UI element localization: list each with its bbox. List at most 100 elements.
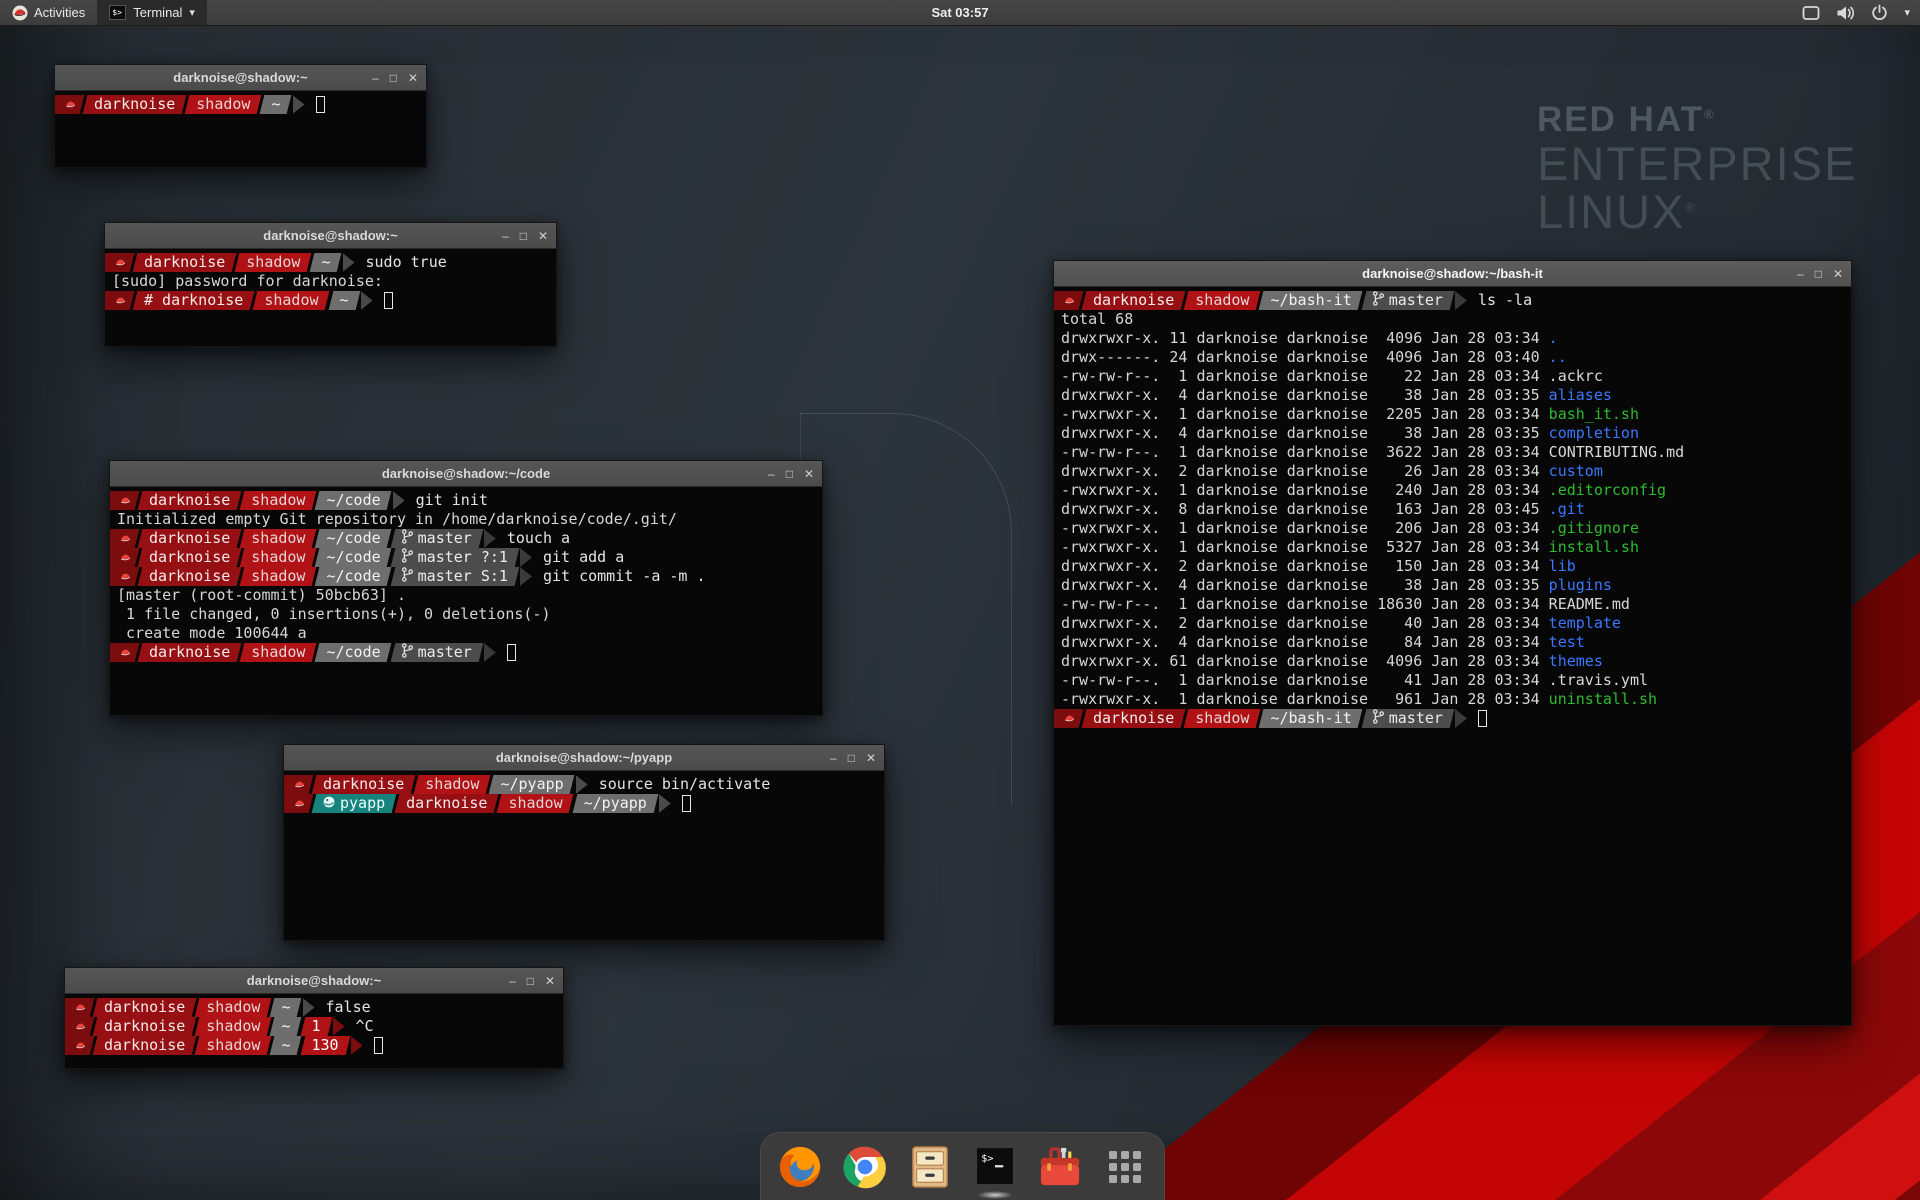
segment-label: shadow: [251, 529, 305, 548]
power-icon[interactable]: [1871, 4, 1888, 21]
chevron-down-icon[interactable]: ▾: [1904, 6, 1910, 19]
file-list-row: -rwxrwxr-x. 1 darknoise darknoise 961 Ja…: [1057, 690, 1851, 709]
segment-label: ~/pyapp: [500, 775, 563, 794]
terminal-body[interactable]: darknoiseshadow~/bash-itmasterls -latota…: [1054, 287, 1851, 1025]
prompt-segment-path: ~: [272, 998, 299, 1017]
minimize-button[interactable]: –: [1797, 268, 1804, 280]
window-titlebar[interactable]: darknoise@shadow:~–□✕: [105, 223, 556, 249]
dock-item-firefox[interactable]: [778, 1145, 822, 1189]
file-name: .editorconfig: [1549, 481, 1666, 499]
window-titlebar[interactable]: darknoise@shadow:~/pyapp–□✕: [284, 745, 884, 771]
dock-item-chrome[interactable]: [843, 1145, 887, 1189]
terminal-output-line: 1 file changed, 0 insertions(+), 0 delet…: [113, 605, 822, 624]
maximize-button[interactable]: □: [848, 752, 855, 764]
prompt-arrow: [520, 567, 532, 586]
terminal-body[interactable]: darknoiseshadow~/codegit initInitialized…: [110, 487, 822, 715]
clock[interactable]: Sat 03:57: [931, 5, 988, 20]
prompt-segment-user: darknoise: [85, 95, 184, 114]
brand-line-1: RED HAT®: [1537, 100, 1857, 140]
file-list-row: drwxrwxr-x. 8 darknoise darknoise 163 Ja…: [1057, 500, 1851, 519]
terminal-body[interactable]: darknoiseshadow~falsedarknoiseshadow~1^C…: [65, 994, 563, 1068]
prompt-segment-path: ~: [272, 1036, 299, 1055]
segment-label: ~: [281, 1036, 290, 1055]
file-meta: drwxrwxr-x. 61 darknoise darknoise 4096 …: [1061, 652, 1549, 670]
terminal-body[interactable]: darknoiseshadow~/pyappsource bin/activat…: [284, 771, 884, 940]
command-text: ^C: [356, 1017, 374, 1036]
volume-icon[interactable]: [1836, 5, 1855, 21]
file-name: aliases: [1549, 386, 1612, 404]
prompt-segment-host: shadow: [255, 291, 327, 310]
file-name: template: [1549, 614, 1621, 632]
app-menu-terminal[interactable]: $> Terminal ▾: [97, 0, 207, 25]
file-meta: -rw-rw-r--. 1 darknoise darknoise 3622 J…: [1061, 443, 1549, 461]
dock-item-terminal[interactable]: $>: [973, 1145, 1017, 1189]
maximize-button[interactable]: □: [520, 230, 527, 242]
segment-label: shadow: [206, 1017, 260, 1036]
prompt-line: darknoiseshadow~/bash-itmasterls -la: [1057, 291, 1851, 310]
segment-label: shadow: [206, 1036, 260, 1055]
redhat-icon: [294, 775, 306, 794]
maximize-button[interactable]: □: [390, 72, 397, 84]
terminal-cursor: [682, 795, 691, 812]
minimize-button[interactable]: –: [502, 230, 509, 242]
window-titlebar[interactable]: darknoise@shadow:~–□✕: [65, 968, 563, 994]
window-titlebar[interactable]: darknoise@shadow:~/bash-it–□✕: [1054, 261, 1851, 287]
activities-button[interactable]: Activities: [0, 0, 97, 25]
maximize-button[interactable]: □: [786, 468, 793, 480]
file-meta: -rwxrwxr-x. 1 darknoise darknoise 5327 J…: [1061, 538, 1549, 556]
minimize-button[interactable]: –: [509, 975, 516, 987]
dock-item-files[interactable]: [908, 1145, 952, 1189]
close-button[interactable]: ✕: [866, 752, 876, 764]
display-icon[interactable]: [1802, 5, 1820, 21]
prompt-line: darknoiseshadow~false: [68, 998, 563, 1017]
prompt-segment-user: darknoise: [140, 491, 239, 510]
window-titlebar[interactable]: darknoise@shadow:~/code–□✕: [110, 461, 822, 487]
dock-item-app-grid[interactable]: [1103, 1145, 1147, 1189]
file-meta: -rwxrwxr-x. 1 darknoise darknoise 2205 J…: [1061, 405, 1549, 423]
prompt-line: darknoiseshadow~/codemaster: [113, 643, 822, 662]
file-list-row: drwxrwxr-x. 11 darknoise darknoise 4096 …: [1057, 329, 1851, 348]
minimize-button[interactable]: –: [372, 72, 379, 84]
prompt-segment-host: shadow: [416, 775, 488, 794]
file-name: test: [1549, 633, 1585, 651]
redhat-icon: [65, 95, 77, 114]
terminal-body[interactable]: darknoiseshadow~: [55, 91, 426, 167]
terminal-cursor: [316, 96, 325, 113]
close-button[interactable]: ✕: [804, 468, 814, 480]
window-titlebar[interactable]: darknoise@shadow:~–□✕: [55, 65, 426, 91]
terminal-window: darknoise@shadow:~/bash-it–□✕darknoisesh…: [1053, 260, 1852, 1026]
prompt-segment-path: ~: [312, 253, 339, 272]
prompt-segment-path: ~/code: [317, 567, 389, 586]
prompt-badge-segment: [113, 529, 137, 548]
minimize-button[interactable]: –: [830, 752, 837, 764]
files-icon: [909, 1145, 951, 1189]
file-list-row: drwx------. 24 darknoise darknoise 4096 …: [1057, 348, 1851, 367]
prompt-segment-git: master: [393, 643, 481, 662]
file-meta: -rwxrwxr-x. 1 darknoise darknoise 240 Ja…: [1061, 481, 1549, 499]
file-name: ..: [1549, 348, 1567, 366]
prompt-segment-path: ~: [331, 291, 358, 310]
file-name: CONTRIBUTING.md: [1549, 443, 1684, 461]
file-list-row: -rwxrwxr-x. 1 darknoise darknoise 240 Ja…: [1057, 481, 1851, 500]
prompt-badge-segment: [68, 1017, 92, 1036]
dock-item-toolbox[interactable]: [1038, 1145, 1082, 1189]
close-button[interactable]: ✕: [538, 230, 548, 242]
close-button[interactable]: ✕: [1833, 268, 1843, 280]
command-text: touch a: [507, 529, 570, 548]
prompt-segment-git: master S:1: [393, 567, 517, 586]
terminal-output-line: Initialized empty Git repository in /hom…: [113, 510, 822, 529]
minimize-button[interactable]: –: [768, 468, 775, 480]
segment-label: master: [418, 643, 472, 662]
maximize-button[interactable]: □: [1815, 268, 1822, 280]
prompt-segment-path: ~/pyapp: [491, 775, 572, 794]
prompt-line: pyappdarknoiseshadow~/pyapp: [287, 794, 884, 813]
redhat-icon: [1064, 291, 1076, 310]
prompt-segment-host: shadow: [197, 998, 269, 1017]
close-button[interactable]: ✕: [545, 975, 555, 987]
close-button[interactable]: ✕: [408, 72, 418, 84]
maximize-button[interactable]: □: [527, 975, 534, 987]
terminal-body[interactable]: darknoiseshadow~sudo true[sudo] password…: [105, 249, 556, 346]
file-name: .travis.yml: [1549, 671, 1648, 689]
segment-label: shadow: [1195, 291, 1249, 310]
command-text: false: [326, 998, 371, 1017]
